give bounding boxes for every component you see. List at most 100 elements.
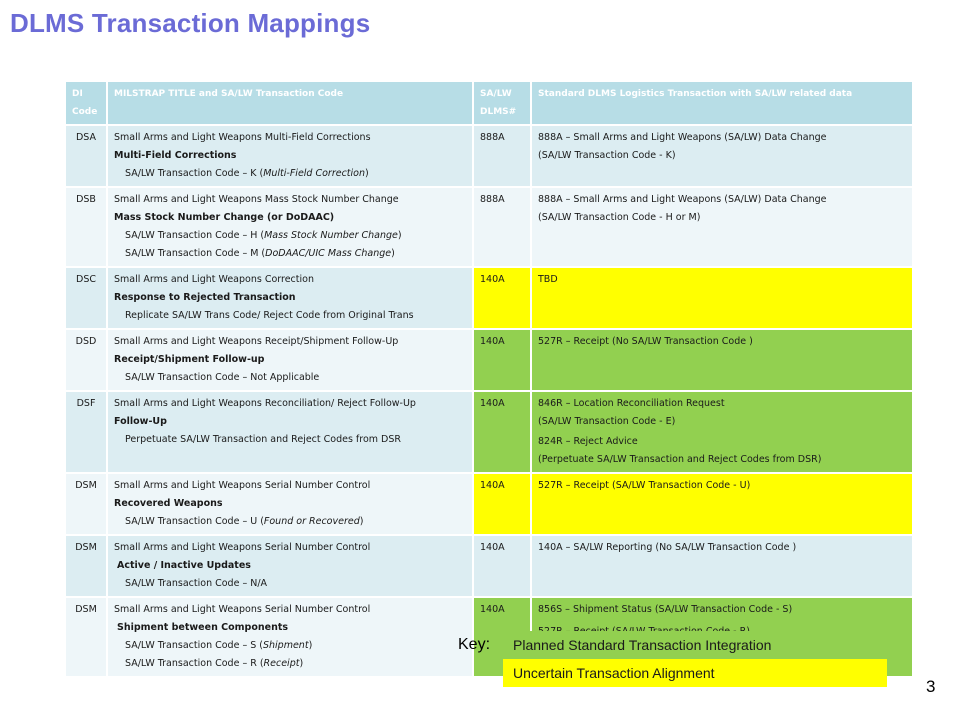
transaction-mapping-table: DI Code MILSTRAP TITLE and SA/LW Transac… [64, 80, 914, 678]
code-text: SA/LW Transaction Code – K ( [125, 168, 264, 179]
cell-standard-transaction: 888A – Small Arms and Light Weapons (SA/… [532, 188, 912, 266]
code-text-end: ) [308, 640, 313, 651]
standard-line: (SA/LW Transaction Code - K) [538, 150, 676, 161]
code-text-end: ) [365, 168, 369, 179]
table-row: DSM Small Arms and Light Weapons Serial … [66, 536, 912, 596]
milstrap-subtitle: Receipt/Shipment Follow-up [114, 354, 265, 365]
table-row: DSA Small Arms and Light Weapons Multi-F… [66, 126, 912, 186]
standard-line: 846R – Location Reconciliation Request [538, 398, 725, 409]
standard-line: 527R – Receipt (SA/LW Transaction Code -… [538, 480, 751, 491]
code-italic-text: Multi-Field Correction [263, 168, 365, 179]
code-italic-text: Found or Recovered [263, 516, 360, 527]
code-text-end: ) [299, 658, 304, 669]
key-uncertain-alignment: Uncertain Transaction Alignment [503, 659, 887, 687]
standard-line: (SA/LW Transaction Code - E) [538, 416, 676, 427]
cell-di-code: DSD [66, 330, 106, 390]
milstrap-title-line: Small Arms and Light Weapons Receipt/Shi… [114, 336, 399, 347]
cell-dlms-number: 140A [474, 330, 530, 390]
milstrap-subtitle: Mass Stock Number Change (or DoDAAC) [114, 212, 335, 223]
cell-milstrap: Small Arms and Light Weapons Receipt/Shi… [108, 330, 472, 390]
cell-milstrap: Small Arms and Light Weapons Correction … [108, 268, 472, 328]
cell-dlms-number: 888A [474, 126, 530, 186]
standard-line: (Perpetuate SA/LW Transaction and Reject… [538, 454, 822, 465]
transaction-code-line: SA/LW Transaction Code – R (Receipt) [114, 655, 466, 673]
table-row: DSC Small Arms and Light Weapons Correct… [66, 268, 912, 328]
cell-milstrap: Small Arms and Light Weapons Reconciliat… [108, 392, 472, 472]
cell-dlms-number: 140A [474, 536, 530, 596]
transaction-code-line: SA/LW Transaction Code – N/A [125, 578, 268, 589]
cell-standard-transaction: 527R – Receipt (No SA/LW Transaction Cod… [532, 330, 912, 390]
code-italic-text: Mass Stock Number Change [264, 230, 398, 241]
cell-standard-transaction: 888A – Small Arms and Light Weapons (SA/… [532, 126, 912, 186]
key-planned-integration: Planned Standard Transaction Integration [503, 631, 887, 659]
cell-dlms-number: 140A [474, 474, 530, 534]
table-row: DSB Small Arms and Light Weapons Mass St… [66, 188, 912, 266]
standard-line: 140A – SA/LW Reporting (No SA/LW Transac… [538, 542, 797, 553]
standard-line: 888A – Small Arms and Light Weapons (SA/… [538, 132, 827, 143]
cell-milstrap: Small Arms and Light Weapons Serial Numb… [108, 474, 472, 534]
cell-standard-transaction: 846R – Location Reconciliation Request (… [532, 392, 912, 472]
cell-di-code: DSM [66, 536, 106, 596]
cell-di-code: DSA [66, 126, 106, 186]
header-dlms-number: SA/LW DLMS# [474, 82, 530, 124]
transaction-code-line: SA/LW Transaction Code – H (Mass Stock N… [114, 227, 466, 245]
cell-dlms-number: 888A [474, 188, 530, 266]
header-di-code: DI Code [66, 82, 106, 124]
milstrap-title-line: Small Arms and Light Weapons Serial Numb… [114, 542, 371, 553]
transaction-code-line: SA/LW Transaction Code – U (Found or Rec… [114, 513, 466, 531]
milstrap-title-line: Small Arms and Light Weapons Mass Stock … [114, 194, 399, 205]
code-text: SA/LW Transaction Code – H ( [125, 230, 265, 241]
table-row: DSM Small Arms and Light Weapons Serial … [66, 474, 912, 534]
cell-standard-transaction: TBD [532, 268, 912, 328]
header-milstrap-title: MILSTRAP TITLE and SA/LW Transaction Cod… [108, 82, 472, 124]
header-standard-transaction: Standard DLMS Logistics Transaction with… [532, 82, 912, 124]
milstrap-subtitle: Active / Inactive Updates [117, 560, 251, 571]
cell-standard-transaction: 140A – SA/LW Reporting (No SA/LW Transac… [532, 536, 912, 596]
milstrap-title-line: Small Arms and Light Weapons Correction [114, 274, 314, 285]
milstrap-subtitle: Response to Rejected Transaction [114, 292, 296, 303]
code-italic-text: Shipment [262, 640, 309, 651]
code-text: SA/LW Transaction Code – S ( [125, 640, 263, 651]
standard-line: (SA/LW Transaction Code - H or M) [538, 212, 701, 223]
transaction-code-line: Replicate SA/LW Trans Code/ Reject Code … [125, 310, 414, 321]
table-header-row: DI Code MILSTRAP TITLE and SA/LW Transac… [66, 82, 912, 124]
cell-di-code: DSM [66, 474, 106, 534]
milstrap-subtitle: Multi-Field Corrections [114, 150, 237, 161]
standard-line: 888A – Small Arms and Light Weapons (SA/… [538, 194, 827, 205]
cell-di-code: DSM [66, 598, 106, 676]
transaction-code-line: SA/LW Transaction Code – M (DoDAAC/UIC M… [114, 245, 466, 263]
milstrap-title-line: Small Arms and Light Weapons Serial Numb… [114, 604, 371, 615]
cell-dlms-number: 140A [474, 268, 530, 328]
table-row: DSD Small Arms and Light Weapons Receipt… [66, 330, 912, 390]
cell-milstrap: Small Arms and Light Weapons Mass Stock … [108, 188, 472, 266]
transaction-code-line: SA/LW Transaction Code – S (Shipment) [114, 637, 466, 655]
milstrap-title-line: Small Arms and Light Weapons Reconciliat… [114, 398, 416, 409]
code-text-end: ) [397, 230, 402, 241]
standard-line: 527R – Receipt (No SA/LW Transaction Cod… [538, 336, 753, 347]
cell-milstrap: Small Arms and Light Weapons Multi-Field… [108, 126, 472, 186]
cell-di-code: DSF [66, 392, 106, 472]
cell-milstrap: Small Arms and Light Weapons Serial Numb… [108, 598, 472, 676]
milstrap-subtitle: Recovered Weapons [114, 498, 223, 509]
transaction-code-line: SA/LW Transaction Code – Not Applicable [125, 372, 320, 383]
milstrap-title-line: Small Arms and Light Weapons Serial Numb… [114, 480, 371, 491]
key-label: Key: [458, 636, 491, 653]
page-number: 3 [926, 677, 936, 696]
code-text: SA/LW Transaction Code – M ( [125, 248, 266, 259]
cell-dlms-number: 140A [474, 392, 530, 472]
code-text-end: ) [359, 516, 364, 527]
code-text-end: ) [391, 248, 395, 259]
transaction-code-line: SA/LW Transaction Code – K (Multi-Field … [114, 165, 466, 183]
code-italic-text: DoDAAC/UIC Mass Change [265, 248, 392, 259]
page-title: DLMS Transaction Mappings [10, 8, 371, 38]
code-text: SA/LW Transaction Code – U ( [125, 516, 264, 527]
standard-line: 824R – Reject Advice [538, 436, 638, 447]
milstrap-subtitle: Follow-Up [114, 416, 167, 427]
table-row: DSF Small Arms and Light Weapons Reconci… [66, 392, 912, 472]
cell-standard-transaction: 527R – Receipt (SA/LW Transaction Code -… [532, 474, 912, 534]
cell-milstrap: Small Arms and Light Weapons Serial Numb… [108, 536, 472, 596]
code-italic-text: Receipt [263, 658, 300, 669]
milstrap-title-line: Small Arms and Light Weapons Multi-Field… [114, 132, 371, 143]
code-text: SA/LW Transaction Code – R ( [125, 658, 264, 669]
transaction-code-line: Perpetuate SA/LW Transaction and Reject … [125, 434, 402, 445]
